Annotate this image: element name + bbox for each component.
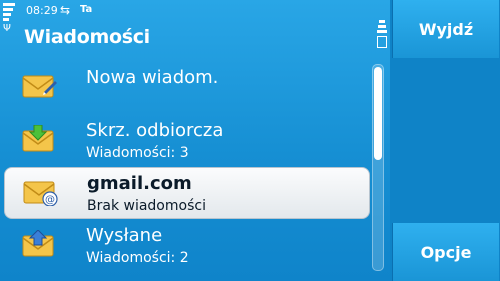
item-subtitle: Wiadomości: 2: [86, 250, 189, 266]
clock: 08:29: [26, 4, 58, 17]
list-item-new-message[interactable]: Nowa wiadom.: [0, 62, 370, 114]
new-message-icon: [22, 75, 57, 98]
svg-text:@: @: [45, 195, 55, 206]
usb-icon: ⇆: [60, 3, 71, 17]
list-item-gmail[interactable]: @ gmail.com Brak wiadomości: [4, 167, 370, 219]
status-bar: Ψ 08:29 ⇆ Ta: [0, 0, 390, 48]
item-title: Skrz. odbiorcza: [86, 120, 224, 141]
item-title: Nowa wiadom.: [86, 67, 219, 88]
item-subtitle: Wiadomości: 3: [86, 145, 189, 161]
options-button[interactable]: Opcje: [392, 223, 499, 281]
list-item-inbox[interactable]: Skrz. odbiorcza Wiadomości: 3: [0, 115, 370, 167]
scrollbar-thumb[interactable]: [374, 67, 382, 160]
inbox-icon: [22, 125, 54, 152]
softkey-panel: Wyjdź Opcje: [390, 0, 500, 281]
scrollbar[interactable]: [372, 64, 384, 271]
page-title: Wiadomości: [24, 26, 150, 48]
item-title: gmail.com: [87, 173, 192, 194]
signal-strength-icon: Ψ: [3, 3, 15, 49]
exit-button[interactable]: Wyjdź: [392, 0, 499, 58]
ta-indicator: Ta: [80, 4, 93, 15]
list-item-sent[interactable]: Wysłane Wiadomości: 2: [0, 220, 370, 272]
sent-icon: [22, 230, 54, 257]
email-account-icon: @: [23, 181, 58, 206]
item-title: Wysłane: [86, 225, 163, 246]
battery-icon: [376, 20, 388, 54]
item-subtitle: Brak wiadomości: [87, 198, 206, 214]
